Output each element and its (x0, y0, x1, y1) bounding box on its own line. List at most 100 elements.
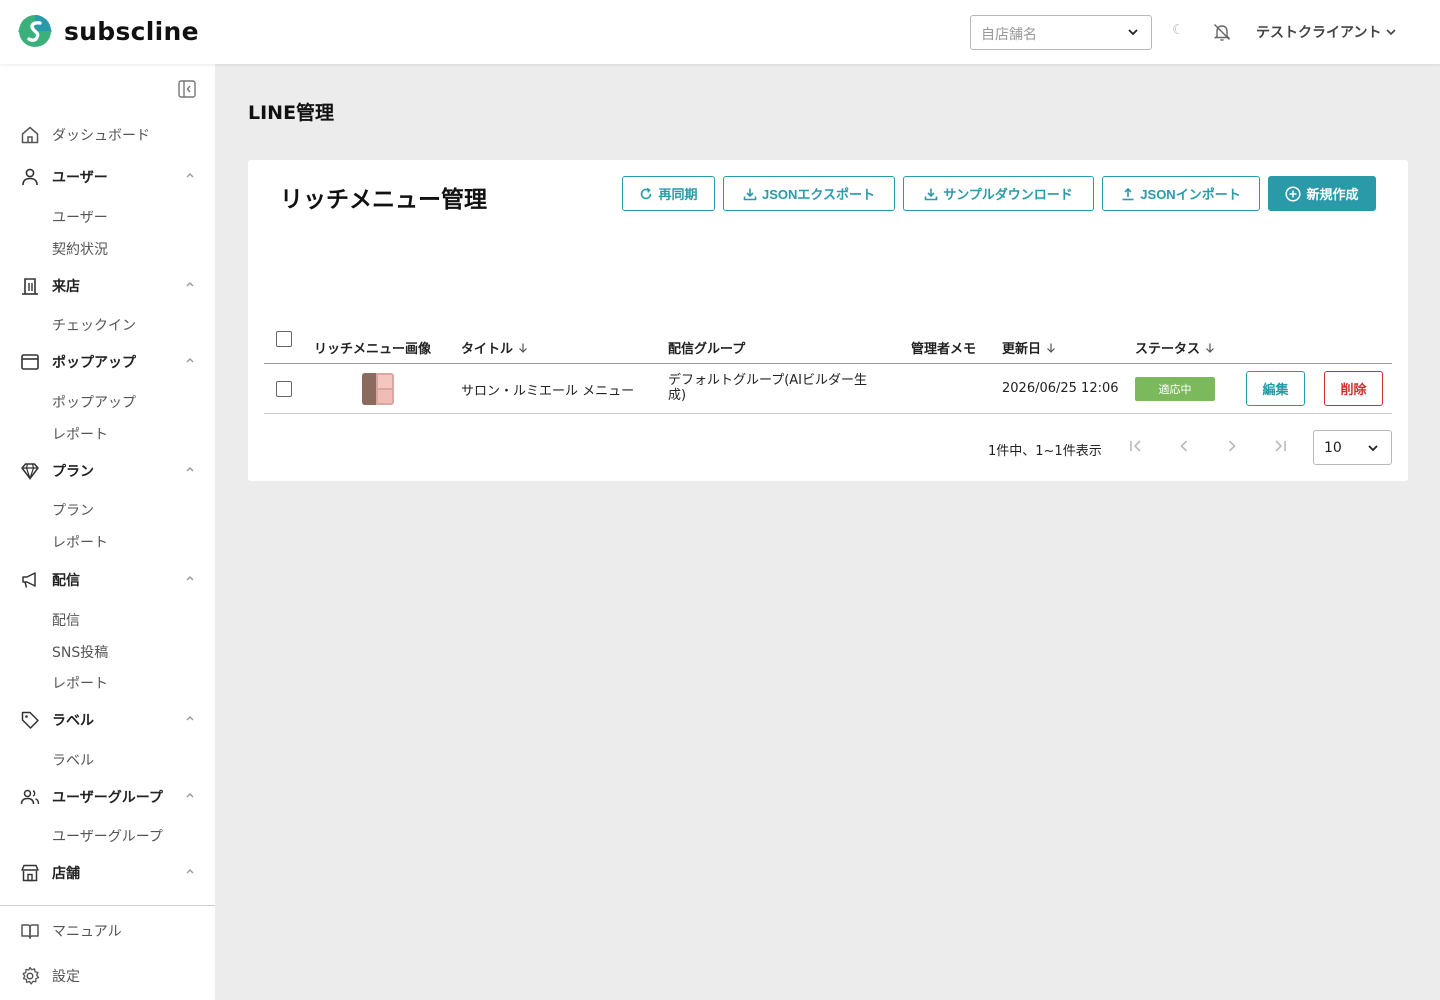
sidebar-group-label[interactable]: ラベル (20, 710, 196, 730)
create-new-label: 新規作成 (1306, 187, 1359, 202)
row-checkbox[interactable] (276, 381, 292, 397)
column-header-image: リッチメニュー画像 (314, 338, 431, 357)
refresh-icon (641, 187, 652, 199)
sidebar-group-user-groups[interactable]: ユーザーグループ (20, 787, 196, 807)
store-select-placeholder: 自店舗名 (981, 27, 1037, 43)
json-export-button[interactable]: JSONエクスポート (723, 176, 895, 211)
sidebar-group-store[interactable]: 店舗 (20, 863, 196, 883)
logo-mark-icon (18, 15, 52, 47)
row-group: デフォルトグループ(AIビルダー生 成) (668, 373, 867, 403)
delete-button[interactable]: 削除 (1324, 371, 1383, 406)
home-icon (20, 125, 40, 145)
chevron-up-icon (186, 282, 194, 287)
create-new-button[interactable]: 新規作成 (1268, 176, 1376, 211)
sidebar-group-visits[interactable]: 来店 (20, 276, 196, 296)
sidebar-item-users[interactable]: ユーザー (52, 207, 108, 227)
column-header-updated[interactable]: 更新日 (1002, 338, 1057, 357)
brand-name: subscline (64, 16, 199, 46)
store-icon (20, 863, 40, 883)
building-icon (20, 276, 40, 296)
sidebar-item-delivery-report[interactable]: レポート (52, 673, 108, 693)
sidebar-group-popup[interactable]: ポップアップ (20, 352, 196, 372)
sidebar-group-plan[interactable]: プラン (20, 461, 196, 481)
sidebar-collapse-icon[interactable] (178, 80, 196, 98)
sidebar-item-manual[interactable]: マニュアル (20, 921, 196, 941)
chevron-up-icon (186, 793, 194, 798)
megaphone-icon (20, 570, 40, 590)
row-group-line: 成) (668, 388, 687, 403)
first-page-icon[interactable] (1128, 438, 1144, 454)
sidebar-group-delivery[interactable]: 配信 (20, 570, 196, 590)
top-bar: subscline 自店舗名 ☾ テストクライアント (0, 0, 1440, 64)
select-all-checkbox[interactable] (276, 331, 292, 347)
download-icon (743, 188, 757, 200)
column-label: 更新日 (1002, 342, 1042, 357)
sort-arrow-down-icon (519, 343, 527, 353)
column-label: 管理者メモ (911, 342, 977, 357)
sidebar-group-users[interactable]: ユーザー (20, 167, 196, 187)
column-header-status[interactable]: ステータス (1135, 338, 1216, 357)
json-export-label: JSONエクスポート (761, 187, 875, 202)
store-select[interactable]: 自店舗名 (970, 15, 1152, 50)
sidebar-item-plan[interactable]: プラン (52, 500, 94, 520)
row-group-line: デフォルトグループ(AIビルダー生 (668, 373, 868, 388)
next-page-icon[interactable] (1224, 438, 1240, 454)
sidebar-item-label: ダッシュボード (52, 128, 150, 144)
last-page-icon[interactable] (1272, 438, 1288, 454)
sidebar-item-plan-report[interactable]: レポート (52, 532, 108, 552)
sidebar-item-popup-report[interactable]: レポート (52, 424, 108, 444)
sidebar: ダッシュボード ユーザー ユーザー 契約状況 来店 チェックイン ポップアップ … (0, 64, 215, 1000)
column-label: 配信グループ (668, 342, 746, 357)
user-menu[interactable]: テストクライアント (1256, 22, 1397, 42)
bell-off-icon[interactable] (1212, 22, 1232, 42)
rows-per-page-select[interactable]: 10 (1313, 430, 1392, 465)
sidebar-item-label: マニュアル (52, 924, 122, 940)
sidebar-item-delivery[interactable]: 配信 (52, 610, 80, 630)
book-icon (20, 921, 40, 941)
rich-menu-card: リッチメニュー管理 再同期 JSONエクスポート サンプルダウンロード JSON… (248, 160, 1408, 481)
card-title: リッチメニュー管理 (280, 187, 487, 213)
sample-download-button[interactable]: サンプルダウンロード (903, 176, 1094, 211)
sort-arrow-down-icon (1047, 343, 1055, 353)
sidebar-group-label: ユーザーグループ (52, 790, 163, 806)
sample-download-label: サンプルダウンロード (943, 187, 1073, 202)
sidebar-item-checkin[interactable]: チェックイン (52, 315, 136, 335)
table-header: リッチメニュー画像 タイトル 配信グループ 管理者メモ 更新日 ステータス (264, 328, 1392, 364)
sidebar-group-label-text: ラベル (52, 713, 94, 729)
theme-toggle-icon[interactable]: ☾ (1172, 22, 1185, 38)
sidebar-group-label: ポップアップ (52, 355, 136, 371)
prev-page-icon[interactable] (1176, 438, 1192, 454)
chevron-up-icon (186, 358, 194, 363)
sidebar-group-label: プラン (52, 464, 94, 480)
chevron-up-icon (186, 467, 194, 472)
sidebar-item-settings[interactable]: 設定 (20, 966, 196, 986)
sidebar-divider (0, 905, 215, 906)
sidebar-group-label: 店舗 (52, 866, 80, 882)
table-row: サロン・ルミエール メニュー デフォルトグループ(AIビルダー生 成) 2026… (264, 364, 1392, 414)
window-icon (20, 352, 40, 372)
row-title: サロン・ルミエール メニュー (461, 384, 635, 399)
column-label: タイトル (461, 342, 514, 357)
sidebar-item-contracts[interactable]: 契約状況 (52, 239, 108, 259)
rich-menu-thumbnail (362, 373, 394, 405)
sidebar-item-sns-post[interactable]: SNS投稿 (52, 642, 108, 662)
sidebar-item-user-groups[interactable]: ユーザーグループ (52, 826, 163, 846)
users-icon (20, 787, 40, 807)
chevron-up-icon (186, 869, 194, 874)
resync-button[interactable]: 再同期 (622, 176, 715, 211)
chevron-up-icon (186, 173, 194, 178)
download-icon (924, 188, 938, 200)
sidebar-item-popup[interactable]: ポップアップ (52, 392, 136, 412)
sidebar-item-dashboard[interactable]: ダッシュボード (20, 125, 196, 145)
sidebar-item-labels[interactable]: ラベル (52, 750, 94, 770)
column-header-title[interactable]: タイトル (461, 338, 529, 357)
sidebar-item-label: 設定 (52, 969, 80, 985)
edit-button[interactable]: 編集 (1246, 371, 1305, 406)
brand-logo[interactable]: subscline (16, 14, 199, 48)
column-label: ステータス (1135, 342, 1201, 357)
user-name: テストクライアント (1256, 25, 1382, 41)
json-import-label: JSONインポート (1140, 187, 1241, 202)
chevron-down-icon (1368, 445, 1378, 452)
json-import-button[interactable]: JSONインポート (1102, 176, 1260, 211)
gear-icon (20, 966, 40, 986)
